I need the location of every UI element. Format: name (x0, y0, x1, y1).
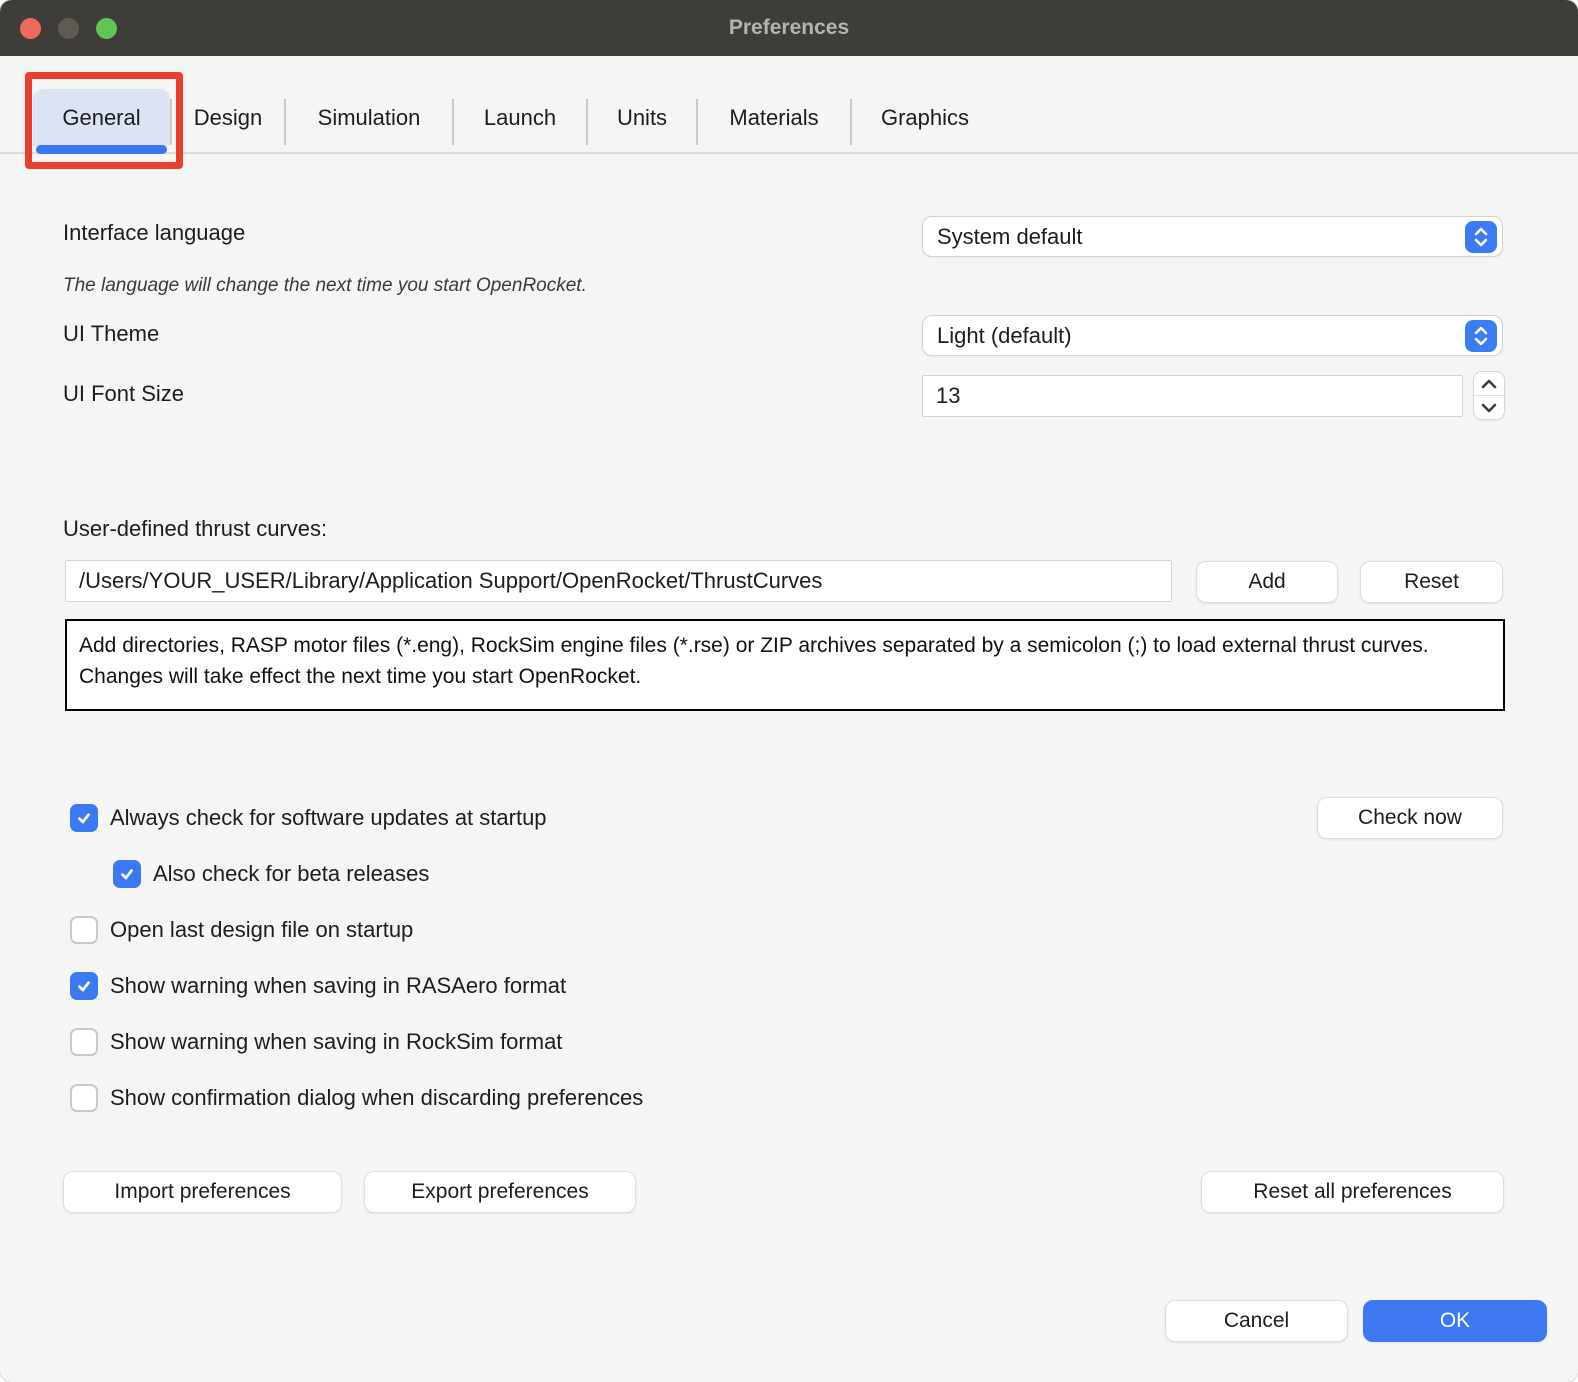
ui-font-size-input[interactable] (922, 375, 1463, 417)
tab-graphics-label: Graphics (881, 105, 969, 131)
discard-confirmation-label: Show confirmation dialog when discarding… (110, 1085, 643, 1111)
beta-releases-checkbox[interactable] (113, 860, 141, 888)
titlebar: Preferences (0, 0, 1578, 56)
tab-design[interactable]: Design (172, 89, 284, 146)
discard-confirmation-row[interactable]: Show confirmation dialog when discarding… (70, 1084, 643, 1112)
tab-simulation[interactable]: Simulation (286, 89, 452, 146)
import-preferences-button[interactable]: Import preferences (63, 1171, 342, 1213)
discard-confirmation-checkbox[interactable] (70, 1084, 98, 1112)
stepper-down-icon[interactable] (1474, 396, 1504, 419)
check-now-button[interactable]: Check now (1317, 797, 1503, 839)
check-updates-row[interactable]: Always check for software updates at sta… (70, 804, 547, 832)
open-last-design-checkbox[interactable] (70, 916, 98, 944)
ui-theme-value: Light (default) (937, 323, 1072, 349)
dropdown-chevrons-icon (1465, 221, 1497, 253)
tab-design-label: Design (194, 105, 262, 131)
tab-units[interactable]: Units (588, 89, 696, 146)
check-updates-checkbox[interactable] (70, 804, 98, 832)
beta-releases-row[interactable]: Also check for beta releases (113, 860, 429, 888)
tab-bar: General Design Simulation Launch Units M… (33, 89, 998, 155)
interface-language-value: System default (937, 224, 1083, 250)
interface-language-select[interactable]: System default (922, 216, 1503, 257)
beta-releases-label: Also check for beta releases (153, 861, 429, 887)
thrust-curves-label: User-defined thrust curves: (63, 516, 327, 542)
thrust-curves-info-box: Add directories, RASP motor files (*.eng… (65, 619, 1505, 711)
stepper-up-icon[interactable] (1474, 372, 1504, 396)
tab-materials-label: Materials (729, 105, 818, 131)
thrust-curves-path-input[interactable] (65, 560, 1172, 602)
tab-launch-label: Launch (484, 105, 556, 131)
tab-simulation-label: Simulation (318, 105, 421, 131)
preferences-window: Preferences General Design Simulation La… (0, 0, 1578, 1382)
reset-thrust-curve-button[interactable]: Reset (1360, 561, 1503, 603)
tab-general-label: General (62, 105, 140, 131)
ui-font-size-label: UI Font Size (63, 381, 184, 407)
ok-button[interactable]: OK (1363, 1300, 1547, 1342)
language-change-note: The language will change the next time y… (63, 275, 587, 297)
ui-theme-label: UI Theme (63, 321, 159, 347)
tab-materials[interactable]: Materials (698, 89, 850, 146)
rasaero-warning-row[interactable]: Show warning when saving in RASAero form… (70, 972, 566, 1000)
tab-general[interactable]: General (33, 89, 170, 146)
interface-language-label: Interface language (63, 220, 245, 246)
ui-theme-select[interactable]: Light (default) (922, 315, 1503, 356)
cancel-button[interactable]: Cancel (1165, 1300, 1348, 1342)
dropdown-chevrons-icon (1465, 320, 1497, 352)
check-updates-label: Always check for software updates at sta… (110, 805, 547, 831)
tab-graphics[interactable]: Graphics (852, 89, 998, 146)
export-preferences-button[interactable]: Export preferences (364, 1171, 636, 1213)
rasaero-warning-checkbox[interactable] (70, 972, 98, 1000)
tab-launch[interactable]: Launch (454, 89, 586, 146)
reset-all-preferences-button[interactable]: Reset all preferences (1201, 1171, 1504, 1213)
ui-font-size-stepper[interactable] (1473, 371, 1505, 420)
add-thrust-curve-button[interactable]: Add (1196, 561, 1338, 603)
window-title: Preferences (0, 0, 1578, 56)
tab-units-label: Units (617, 105, 667, 131)
rocksim-warning-checkbox[interactable] (70, 1028, 98, 1056)
open-last-design-label: Open last design file on startup (110, 917, 413, 943)
rocksim-warning-label: Show warning when saving in RockSim form… (110, 1029, 562, 1055)
open-last-design-row[interactable]: Open last design file on startup (70, 916, 413, 944)
rasaero-warning-label: Show warning when saving in RASAero form… (110, 973, 566, 999)
rocksim-warning-row[interactable]: Show warning when saving in RockSim form… (70, 1028, 562, 1056)
